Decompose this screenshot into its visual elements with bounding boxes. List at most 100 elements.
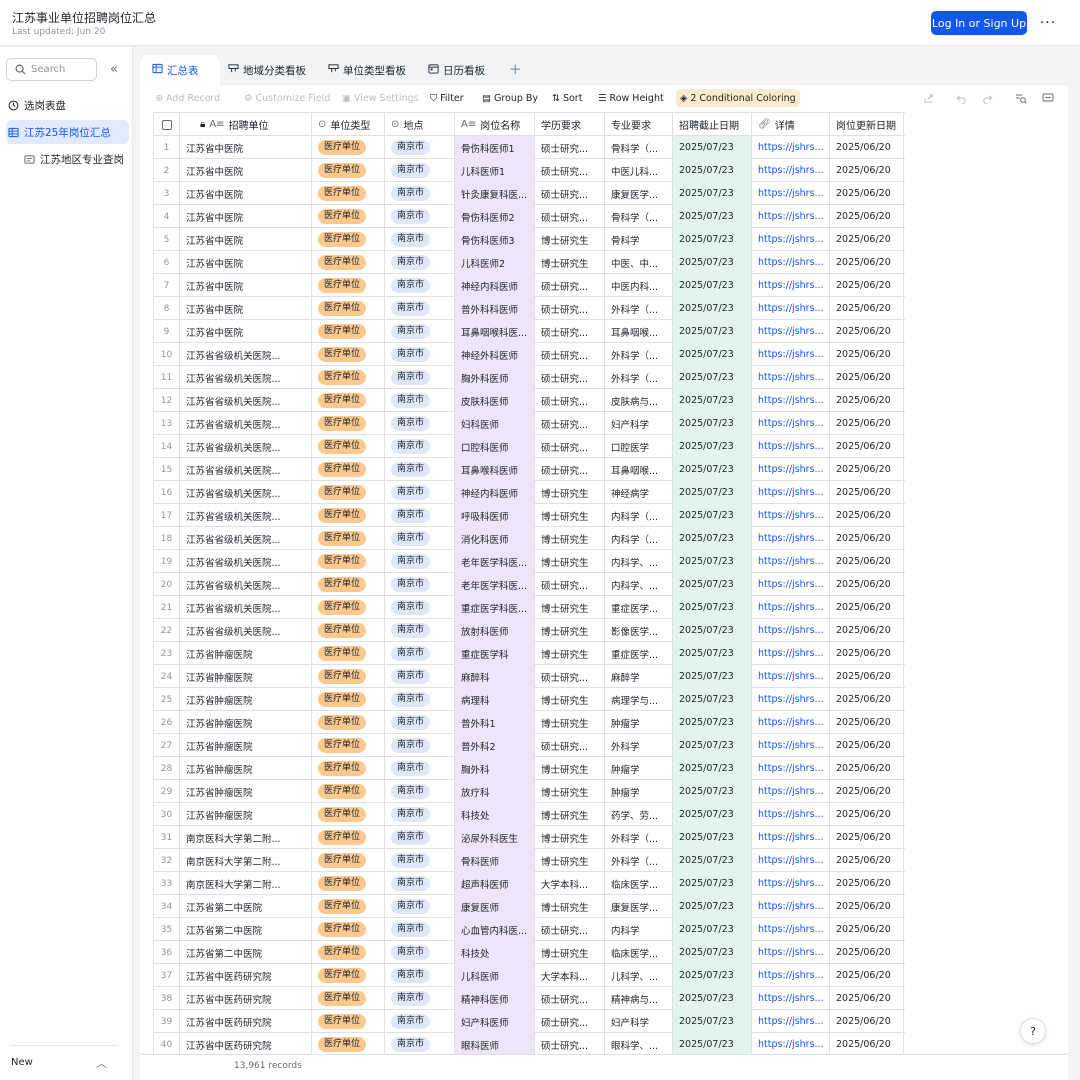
table-row[interactable]: 40 江苏省中医药研究院 医疗单位 南京市 眼科医师 硕士研究... 眼科学、... 2025… bbox=[154, 1033, 905, 1054]
table-row[interactable]: 5 江苏省中医院 医疗单位 南京市 骨伤科医师3 博士研究生 骨科学 2025/07/23 ht… bbox=[154, 228, 905, 251]
column-header-position[interactable]: A≡ 岗位名称 bbox=[455, 113, 535, 136]
customize-field-button[interactable]: ⚙ Customize Field bbox=[244, 89, 330, 107]
sidebar-item-form[interactable]: 江苏地区专业查岗 bbox=[6, 147, 129, 171]
table-row[interactable]: 18 江苏省省级机关医院... 医疗单位 南京市 消化科医师 博士研究生 内科学（... 20… bbox=[154, 527, 905, 550]
search-input[interactable]: Search bbox=[6, 58, 97, 81]
tab-summary[interactable]: 汇总表 bbox=[140, 55, 220, 85]
column-header-unit[interactable]: 🔒︎ A≡ 招聘单位 bbox=[180, 113, 312, 136]
table-row[interactable]: 7 江苏省中医院 医疗单位 南京市 神经内科医师 硕士研究... 中医内科... 2025/0… bbox=[154, 274, 905, 297]
details-link[interactable]: https://jshrs... bbox=[752, 711, 830, 734]
collapse-sidebar-icon[interactable]: « bbox=[106, 59, 122, 79]
redo-icon[interactable] bbox=[979, 90, 995, 106]
details-link[interactable]: https://jshrs... bbox=[752, 412, 830, 435]
table-row[interactable]: 31 南京医科大学第二附... 医疗单位 南京市 泌尿外科医生 博士研究生 外科学（... 2… bbox=[154, 826, 905, 849]
table-row[interactable]: 22 江苏省省级机关医院... 医疗单位 南京市 放射科医师 博士研究生 影像医学... 20… bbox=[154, 619, 905, 642]
new-button[interactable]: New bbox=[11, 1057, 33, 1068]
column-header-update-date[interactable]: 岗位更新日期 bbox=[830, 113, 904, 136]
table-row[interactable]: 19 江苏省省级机关医院... 医疗单位 南京市 老年医学科医... 博士研究生 内科学、.… bbox=[154, 550, 905, 573]
details-link[interactable]: https://jshrs... bbox=[752, 642, 830, 665]
details-link[interactable]: https://jshrs... bbox=[752, 205, 830, 228]
table-row[interactable]: 11 江苏省省级机关医院... 医疗单位 南京市 胸外科医师 硕士研究... 外科学（...… bbox=[154, 366, 905, 389]
table-row[interactable]: 37 江苏省中医药研究院 医疗单位 南京市 儿科医师 大学本科... 儿科学、... 2025… bbox=[154, 964, 905, 987]
table-row[interactable]: 3 江苏省中医院 医疗单位 南京市 针灸康复科医... 硕士研究... 康复医学... 202… bbox=[154, 182, 905, 205]
table-row[interactable]: 12 江苏省省级机关医院... 医疗单位 南京市 皮肤科医师 硕士研究... 皮肤病与...… bbox=[154, 389, 905, 412]
details-link[interactable]: https://jshrs... bbox=[752, 757, 830, 780]
table-row[interactable]: 26 江苏省肿瘤医院 医疗单位 南京市 普外科1 博士研究生 肿瘤学 2025/07/23 ht… bbox=[154, 711, 905, 734]
undo-icon[interactable] bbox=[953, 90, 969, 106]
sidebar-item-dashboard[interactable]: 选岗表盘 bbox=[6, 93, 129, 117]
details-link[interactable]: https://jshrs... bbox=[752, 182, 830, 205]
table-row[interactable]: 36 江苏省第二中医院 医疗单位 南京市 科技处 博士研究生 临床医学... 2025/07/… bbox=[154, 941, 905, 964]
table-row[interactable]: 17 江苏省省级机关医院... 医疗单位 南京市 呼吸科医师 博士研究生 内科学（... 20… bbox=[154, 504, 905, 527]
table-row[interactable]: 15 江苏省省级机关医院... 医疗单位 南京市 耳鼻喉科医师 硕士研究... 耳鼻咽喉..… bbox=[154, 458, 905, 481]
table-row[interactable]: 29 江苏省肿瘤医院 医疗单位 南京市 放疗科 博士研究生 肿瘤学 2025/07/23 htt… bbox=[154, 780, 905, 803]
details-link[interactable]: https://jshrs... bbox=[752, 1010, 830, 1033]
details-link[interactable]: https://jshrs... bbox=[752, 918, 830, 941]
table-row[interactable]: 35 江苏省第二中医院 医疗单位 南京市 心血管内科医... 硕士研究... 内科学 2025… bbox=[154, 918, 905, 941]
table-row[interactable]: 1 江苏省中医院 医疗单位 南京市 骨伤科医师1 硕士研究... 骨科学（... 2025/0… bbox=[154, 136, 905, 159]
table-row[interactable]: 23 江苏省肿瘤医院 医疗单位 南京市 重症医学科 博士研究生 重症医学... 2025/07… bbox=[154, 642, 905, 665]
details-link[interactable]: https://jshrs... bbox=[752, 803, 830, 826]
details-link[interactable]: https://jshrs... bbox=[752, 297, 830, 320]
table-row[interactable]: 27 江苏省肿瘤医院 医疗单位 南京市 普外科2 硕士研究... 外科学 2025/07/23… bbox=[154, 734, 905, 757]
details-link[interactable]: https://jshrs... bbox=[752, 159, 830, 182]
table-row[interactable]: 21 江苏省省级机关医院... 医疗单位 南京市 重症医学科医... 博士研究生 重症医学.… bbox=[154, 596, 905, 619]
view-settings-button[interactable]: ▣ View Settings bbox=[342, 89, 419, 107]
details-link[interactable]: https://jshrs... bbox=[752, 849, 830, 872]
share-icon[interactable] bbox=[920, 90, 936, 106]
conditional-coloring-button[interactable]: ◈ 2 Conditional Coloring bbox=[676, 89, 800, 107]
sidebar-item-table[interactable]: 江苏25年岗位汇总 bbox=[6, 120, 129, 144]
details-link[interactable]: https://jshrs... bbox=[752, 1033, 830, 1054]
table-row[interactable]: 10 江苏省省级机关医院... 医疗单位 南京市 神经外科医师 硕士研究... 外科学（..… bbox=[154, 343, 905, 366]
table-row[interactable]: 25 江苏省肿瘤医院 医疗单位 南京市 病理科 博士研究生 病理学与... 2025/07/2… bbox=[154, 688, 905, 711]
details-link[interactable]: https://jshrs... bbox=[752, 573, 830, 596]
details-link[interactable]: https://jshrs... bbox=[752, 389, 830, 412]
more-options-icon[interactable]: ··· bbox=[1036, 11, 1060, 35]
tab-calendar[interactable]: 日历看板 bbox=[428, 55, 485, 85]
details-link[interactable]: https://jshrs... bbox=[752, 343, 830, 366]
details-link[interactable]: https://jshrs... bbox=[752, 251, 830, 274]
add-view-icon[interactable]: + bbox=[509, 60, 522, 78]
tab-region-kanban[interactable]: 地域分类看板 bbox=[228, 55, 306, 85]
details-link[interactable]: https://jshrs... bbox=[752, 458, 830, 481]
details-link[interactable]: https://jshrs... bbox=[752, 734, 830, 757]
details-link[interactable]: https://jshrs... bbox=[752, 481, 830, 504]
details-link[interactable]: https://jshrs... bbox=[752, 320, 830, 343]
column-header-deadline[interactable]: 招聘截止日期 bbox=[673, 113, 752, 136]
table-row[interactable]: 38 江苏省中医药研究院 医疗单位 南京市 精神科医师 硕士研究... 精神病与... 202… bbox=[154, 987, 905, 1010]
details-link[interactable]: https://jshrs... bbox=[752, 504, 830, 527]
table-row[interactable]: 24 江苏省肿瘤医院 医疗单位 南京市 麻醉科 硕士研究... 麻醉学 2025/07/23 h… bbox=[154, 665, 905, 688]
select-all-checkbox[interactable] bbox=[154, 113, 180, 136]
details-link[interactable]: https://jshrs... bbox=[752, 780, 830, 803]
details-link[interactable]: https://jshrs... bbox=[752, 527, 830, 550]
details-link[interactable]: https://jshrs... bbox=[752, 987, 830, 1010]
table-row[interactable]: 9 江苏省中医院 医疗单位 南京市 耳鼻咽喉科医... 硕士研究... 耳鼻咽喉... 202… bbox=[154, 320, 905, 343]
details-link[interactable]: https://jshrs... bbox=[752, 964, 830, 987]
sort-button[interactable]: ⇅ Sort bbox=[552, 89, 582, 107]
help-button[interactable]: ? bbox=[1020, 1018, 1046, 1044]
table-row[interactable]: 4 江苏省中医院 医疗单位 南京市 骨伤科医师2 硕士研究... 骨科学（... 2025/0… bbox=[154, 205, 905, 228]
details-link[interactable]: https://jshrs... bbox=[752, 435, 830, 458]
details-link[interactable]: https://jshrs... bbox=[752, 872, 830, 895]
column-header-details[interactable]: 🔗︎ 详情 bbox=[752, 113, 830, 136]
details-link[interactable]: https://jshrs... bbox=[752, 550, 830, 573]
details-link[interactable]: https://jshrs... bbox=[752, 941, 830, 964]
login-signup-button[interactable]: Log In or Sign Up bbox=[931, 11, 1027, 35]
group-by-button[interactable]: ▤ Group By bbox=[482, 89, 538, 107]
details-link[interactable]: https://jshrs... bbox=[752, 228, 830, 251]
table-row[interactable]: 34 江苏省第二中医院 医疗单位 南京市 康复医师 博士研究生 康复医学... 2025/07… bbox=[154, 895, 905, 918]
details-link[interactable]: https://jshrs... bbox=[752, 596, 830, 619]
chevron-up-icon[interactable]: ︿ bbox=[96, 1055, 107, 1071]
row-height-button[interactable]: ☰ Row Height bbox=[598, 89, 664, 107]
column-header-education[interactable]: 学历要求 bbox=[535, 113, 605, 136]
details-link[interactable]: https://jshrs... bbox=[752, 665, 830, 688]
column-header-location[interactable]: ⊙ 地点 bbox=[385, 113, 455, 136]
table-row[interactable]: 2 江苏省中医院 医疗单位 南京市 儿科医师1 硕士研究... 中医儿科... 2025/07… bbox=[154, 159, 905, 182]
find-icon[interactable] bbox=[1013, 90, 1029, 106]
comment-icon[interactable] bbox=[1040, 90, 1056, 106]
details-link[interactable]: https://jshrs... bbox=[752, 619, 830, 642]
add-record-button[interactable]: ⊕ Add Record bbox=[155, 89, 220, 107]
details-link[interactable]: https://jshrs... bbox=[752, 136, 830, 159]
table-row[interactable]: 16 江苏省省级机关医院... 医疗单位 南京市 神经内科医师 博士研究生 神经病学 2025… bbox=[154, 481, 905, 504]
details-link[interactable]: https://jshrs... bbox=[752, 688, 830, 711]
